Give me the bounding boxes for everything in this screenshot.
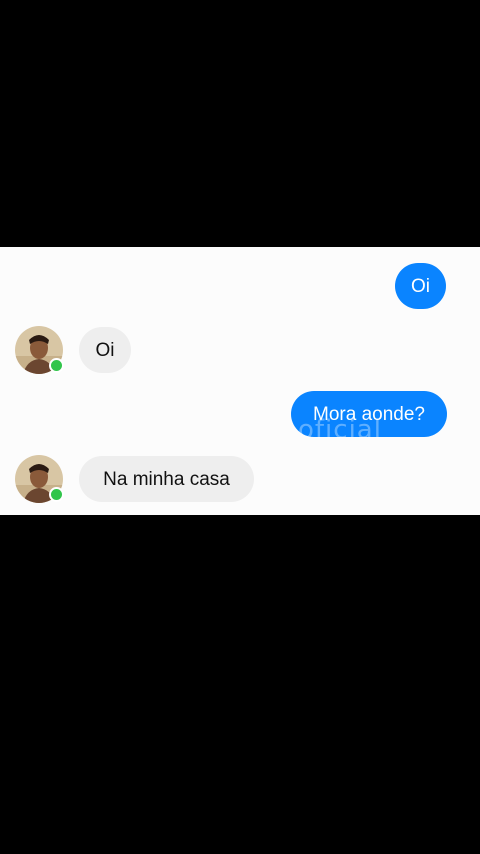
incoming-message-bubble[interactable]: Oi [79,327,131,373]
contact-avatar[interactable] [15,326,64,374]
online-status-icon [49,487,64,502]
contact-avatar[interactable] [15,455,64,503]
outgoing-message-bubble[interactable]: Oi [395,263,446,309]
incoming-message-bubble[interactable]: Na minha casa [79,456,254,502]
outgoing-message-bubble[interactable]: Mora aonde? [291,391,447,437]
online-status-icon [49,358,64,373]
message-text: Mora aonde? [313,403,425,425]
message-text: Oi [95,339,115,361]
chat-thread: Oi Oi Mora aonde? oficial Na minha casa [0,247,480,515]
message-text: Oi [411,275,430,297]
message-text: Na minha casa [103,468,230,490]
